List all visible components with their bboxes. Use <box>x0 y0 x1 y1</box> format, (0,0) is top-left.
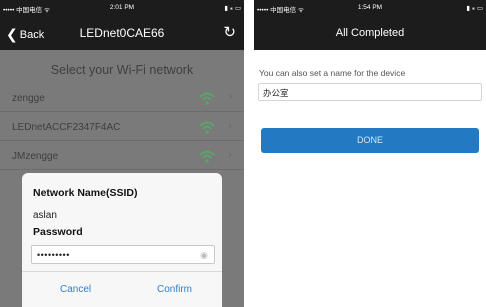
done-button[interactable]: DONE <box>261 128 479 153</box>
cancel-button[interactable]: Cancel <box>60 284 91 295</box>
device-name-value: 办公室 <box>263 88 289 98</box>
ssid-label: Network Name(SSID) <box>33 187 138 199</box>
status-bar: ••••• 中国电信 ᯤ 2:01 PM ▮ ⁎ ▭ <box>0 0 244 16</box>
network-name: JMzengge <box>12 151 59 162</box>
device-name-hint: You can also set a name for the device <box>259 68 406 78</box>
wifi-setup-screen: ••••• 中国电信 ᯤ 2:01 PM ▮ ⁎ ▭ ❮ Back LEDnet0… <box>0 0 244 307</box>
wifi-signal-icon <box>199 92 215 105</box>
network-name: LEDnetACCF2347F4AC <box>12 122 121 133</box>
refresh-icon[interactable]: ↻ <box>223 23 236 41</box>
nav-bar: ❮ Back LEDnet0CAE66 ↻ <box>0 16 244 50</box>
dialog-buttons: Cancel Confirm <box>22 271 222 307</box>
chevron-right-icon: › <box>228 120 232 132</box>
completed-screen: ••••• 中国电信 ᯤ 1:54 PM ▮ ⁎ ▭ All Completed… <box>254 0 486 307</box>
password-label: Password <box>33 226 83 238</box>
list-item[interactable]: zengge › <box>0 84 244 112</box>
list-item[interactable]: JMzengge › <box>0 142 244 170</box>
password-value: ••••••••• <box>37 250 70 260</box>
eye-icon[interactable]: ◉ <box>200 250 208 261</box>
status-time: 2:01 PM <box>109 4 135 11</box>
status-time: 1:54 PM <box>357 4 383 11</box>
wifi-credentials-dialog: Network Name(SSID) aslan Password ••••••… <box>22 173 222 307</box>
ssid-value: aslan <box>33 210 57 221</box>
battery-icon: ▮ ⁎ ▭ <box>224 5 241 12</box>
nav-bar: All Completed <box>254 16 486 50</box>
wifi-signal-icon <box>199 121 215 134</box>
confirm-button[interactable]: Confirm <box>157 284 192 295</box>
chevron-right-icon: › <box>228 149 232 161</box>
device-name-input[interactable]: 办公室 <box>258 83 482 101</box>
chevron-right-icon: › <box>228 91 232 103</box>
list-item[interactable]: LEDnetACCF2347F4AC › <box>0 113 244 141</box>
page-title: All Completed <box>335 27 405 39</box>
page-title: LEDnet0CAE66 <box>79 26 165 40</box>
password-field[interactable]: ••••••••• ◉ <box>31 245 215 264</box>
wifi-signal-icon <box>199 150 215 163</box>
select-network-heading: Select your Wi-Fi network <box>50 63 194 77</box>
network-name: zengge <box>12 93 45 104</box>
battery-icon: ▮ ⁎ ▭ <box>466 5 483 12</box>
status-bar: ••••• 中国电信 ᯤ 1:54 PM ▮ ⁎ ▭ <box>254 0 486 16</box>
